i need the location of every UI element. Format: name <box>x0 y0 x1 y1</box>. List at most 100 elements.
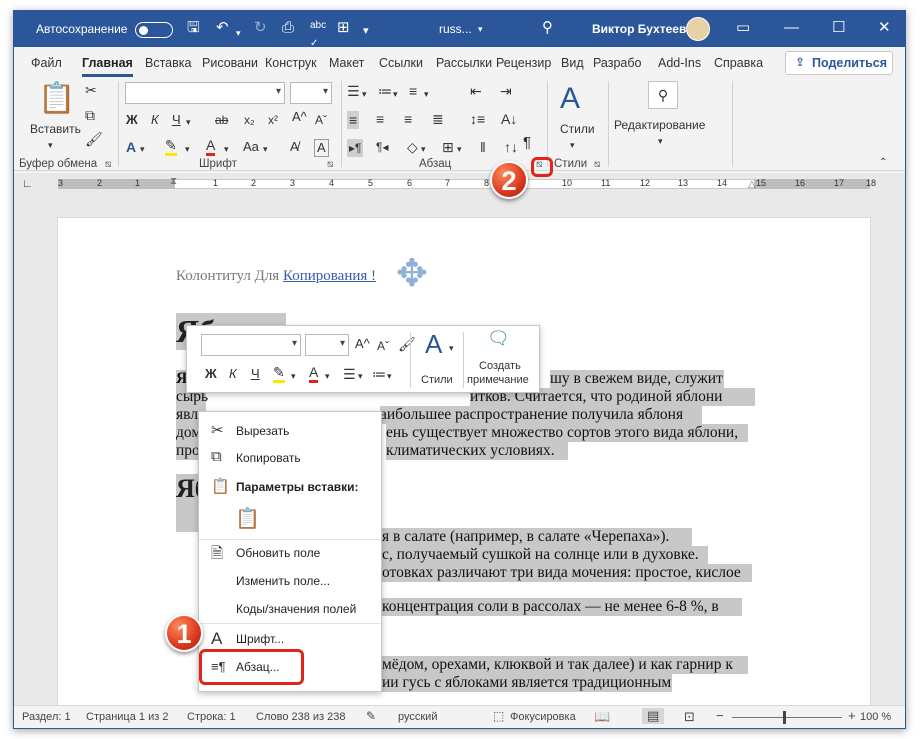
rtl-icon[interactable]: ¶◂ <box>376 139 388 155</box>
page-header[interactable]: Колонтитул Для Копирования ! <box>176 268 376 285</box>
bold-button[interactable]: Ж <box>126 112 138 128</box>
save-icon[interactable]: 🖫 <box>187 19 200 37</box>
grow-font-icon[interactable]: A^ <box>292 109 307 125</box>
status-focus[interactable]: Фокусировка <box>510 711 576 723</box>
menu-item-cut[interactable]: ✂ Вырезать <box>199 419 381 443</box>
tab-references[interactable]: Ссылки <box>379 56 423 70</box>
sort-icon[interactable]: A↓ <box>501 111 517 127</box>
tab-add-ins[interactable]: Add-Ins <box>658 56 701 70</box>
status-zoom[interactable]: 100 % <box>860 711 891 723</box>
collapse-ribbon-icon[interactable]: ⌃ <box>879 155 887 171</box>
styles-launcher-icon[interactable]: ⧅ <box>594 159 600 170</box>
mini-bold-button[interactable]: Ж <box>205 366 217 382</box>
indent-marker-icon[interactable]: ⧗ <box>170 174 177 190</box>
tab-mailings[interactable]: Рассылки <box>436 56 492 70</box>
paste-icon[interactable]: 📋 <box>38 83 75 115</box>
justify-icon[interactable]: ≣ <box>432 111 444 127</box>
paste-label[interactable]: Вставить <box>30 121 81 137</box>
increase-indent-icon[interactable]: ⇥ <box>500 83 512 99</box>
numbering-icon[interactable]: ≔ <box>378 83 392 99</box>
proofing-icon[interactable]: ✎ <box>366 709 376 723</box>
align-right-icon[interactable]: ≡ <box>404 111 412 127</box>
clear-formatting-icon[interactable]: A̸ <box>290 139 299 155</box>
multilevel-list-icon[interactable]: ≡ <box>409 83 417 99</box>
shrink-font-icon[interactable]: Aˇ <box>315 112 327 128</box>
underline-button[interactable]: Ч <box>172 112 181 128</box>
paste-keep-text-only-button[interactable]: 📋 <box>229 504 263 534</box>
columns-icon[interactable]: ‖ <box>480 139 486 155</box>
mini-highlight-icon[interactable]: ✎ <box>273 364 285 383</box>
focus-icon[interactable]: ⬚ <box>493 709 504 723</box>
font-color-dropdown-icon[interactable]: ▾ <box>224 141 229 157</box>
editing-dropdown-icon[interactable]: ▾ <box>658 133 663 149</box>
read-mode-icon[interactable]: 📖 <box>594 709 610 725</box>
cut-icon[interactable]: ✂ <box>85 82 97 98</box>
web-layout-icon[interactable]: ⊡ <box>684 709 695 725</box>
zoom-slider[interactable] <box>732 717 842 718</box>
tab-draw[interactable]: Рисовани <box>202 56 258 70</box>
font-size-combo[interactable]: ▾ <box>290 82 332 104</box>
mini-format-painter-icon[interactable]: 🖌 <box>398 336 416 352</box>
paste-dropdown-icon[interactable]: ▾ <box>48 137 53 153</box>
font-color-icon[interactable]: A <box>206 137 216 156</box>
right-indent-icon[interactable]: △ <box>748 177 756 193</box>
undo-icon[interactable]: ↶ <box>216 19 229 37</box>
text-effects-icon[interactable]: A <box>126 139 136 155</box>
styles-dropdown-icon[interactable]: ▾ <box>570 137 575 153</box>
print-icon[interactable]: ⎙ <box>282 19 294 37</box>
print-layout-icon[interactable]: ▤ <box>642 708 665 724</box>
mini-numbering-dropdown-icon[interactable]: ▾ <box>387 368 392 384</box>
multilevel-dropdown-icon[interactable]: ▾ <box>424 86 429 102</box>
clipboard-launcher-icon[interactable]: ⧅ <box>105 159 111 170</box>
zoom-out-icon[interactable]: − <box>716 708 724 723</box>
search-icon[interactable]: ⚲ <box>542 19 553 37</box>
mini-font-color-icon[interactable]: A <box>309 364 319 383</box>
mini-font-combo[interactable]: ▾ <box>201 334 301 356</box>
line-spacing-icon[interactable]: ↕≡ <box>470 111 485 127</box>
borders-dropdown-icon[interactable]: ▾ <box>457 141 462 157</box>
underline-dropdown-icon[interactable]: ▾ <box>186 114 191 130</box>
zoom-slider-thumb[interactable] <box>783 711 786 724</box>
draw-table-icon[interactable]: ⊞ <box>337 19 350 37</box>
close-icon[interactable]: ✕ <box>878 19 891 37</box>
tab-help[interactable]: Справка <box>714 56 763 70</box>
mini-styles-label[interactable]: Стили <box>421 372 453 388</box>
doc-name-dropdown-icon[interactable]: ▾ <box>478 24 483 35</box>
decrease-indent-icon[interactable]: ⇤ <box>470 83 482 99</box>
menu-item-field-codes[interactable]: Коды/значения полей <box>199 597 381 621</box>
tab-home[interactable]: Главная <box>82 56 133 77</box>
tab-file[interactable]: Файл <box>31 56 62 70</box>
horizontal-ruler[interactable]: ∟ 3 2 1 1 2 3 4 5 6 7 8 9 10 11 12 13 14… <box>14 173 905 195</box>
tab-insert[interactable]: Вставка <box>145 56 191 70</box>
change-case-dropdown-icon[interactable]: ▾ <box>263 141 268 157</box>
avatar[interactable] <box>686 17 710 41</box>
status-page[interactable]: Страница 1 из 2 <box>86 711 168 723</box>
mini-italic-button[interactable]: К <box>229 366 237 382</box>
bullets-dropdown-icon[interactable]: ▾ <box>362 86 367 102</box>
ribbon-display-icon[interactable]: ▭ <box>736 19 750 37</box>
zoom-in-icon[interactable]: + <box>848 708 856 723</box>
share-button[interactable]: ⇪ Поделиться <box>785 51 893 75</box>
ltr-icon[interactable]: ▸¶ <box>347 139 364 157</box>
superscript-icon[interactable]: x² <box>268 112 278 128</box>
undo-dropdown-icon[interactable]: ▾ <box>236 24 241 42</box>
bullets-icon[interactable]: ☰ <box>347 83 360 99</box>
shading-dropdown-icon[interactable]: ▾ <box>421 141 426 157</box>
mini-styles-icon[interactable]: A <box>425 330 442 358</box>
status-line[interactable]: Строка: 1 <box>187 711 236 723</box>
copy-icon[interactable]: ⧉ <box>85 107 95 123</box>
align-center-icon[interactable]: ≡ <box>376 111 384 127</box>
font-launcher-icon[interactable]: ⧅ <box>327 159 333 170</box>
menu-item-copy[interactable]: ⧉ Копировать <box>199 446 381 470</box>
customize-qat-icon[interactable]: ▾ <box>363 22 369 40</box>
status-words[interactable]: Слово 238 из 238 <box>256 711 346 723</box>
status-section[interactable]: Раздел: 1 <box>22 711 71 723</box>
mini-highlight-dropdown-icon[interactable]: ▾ <box>291 368 296 384</box>
new-comment-icon[interactable]: 🗨 <box>487 329 510 347</box>
strikethrough-icon[interactable]: ab <box>215 112 228 128</box>
menu-item-edit-field[interactable]: Изменить поле... <box>199 569 381 593</box>
italic-button[interactable]: К <box>151 112 159 128</box>
mini-underline-button[interactable]: Ч <box>251 366 260 382</box>
mini-grow-font-icon[interactable]: A^ <box>355 336 370 352</box>
tab-design[interactable]: Конструк <box>265 56 317 70</box>
